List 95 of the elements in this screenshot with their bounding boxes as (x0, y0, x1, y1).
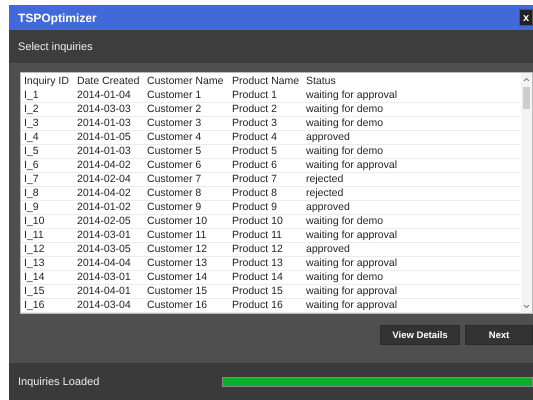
table-cell: I_13 (21, 256, 74, 270)
table-cell: 2014-04-02 (74, 186, 144, 200)
table-cell: Product 7 (229, 172, 303, 186)
table-cell: I_7 (21, 172, 74, 186)
table-cell: Customer 7 (144, 172, 229, 186)
table-cell: Customer 3 (144, 116, 229, 130)
table-cell: I_4 (21, 130, 74, 144)
table-cell: Product 13 (229, 256, 303, 270)
table-cell: I_1 (21, 89, 74, 102)
table-cell: Customer 2 (144, 102, 229, 116)
table-cell: 2014-03-04 (74, 298, 144, 312)
table-cell: I_11 (21, 228, 74, 242)
table-cell: Product 9 (229, 200, 303, 214)
table-cell: Product 4 (229, 130, 303, 144)
table-cell: waiting for demo (303, 116, 520, 130)
table-cell: I_14 (21, 270, 74, 284)
table-cell: I_9 (21, 200, 74, 214)
table-cell: Product 5 (229, 144, 303, 158)
table-cell: Product 1 (229, 89, 303, 102)
table-cell: Product 14 (229, 270, 303, 284)
table-cell: Customer 1 (144, 89, 229, 102)
table-cell: I_6 (21, 158, 74, 172)
table-cell: 2014-01-03 (74, 144, 144, 158)
table-cell: I_12 (21, 242, 74, 256)
table-cell: waiting for approval (303, 228, 520, 242)
table-cell: waiting for demo (303, 102, 520, 116)
table-cell: waiting for demo (303, 144, 520, 158)
table-cell: 2014-03-01 (74, 228, 144, 242)
table-cell: Customer 13 (144, 256, 229, 270)
table-cell: 2014-04-01 (74, 284, 144, 298)
column-header[interactable]: Status (303, 73, 520, 89)
table-cell: 2014-04-04 (74, 256, 144, 270)
table-cell: Customer 8 (144, 186, 229, 200)
table-cell: Product 15 (229, 284, 303, 298)
scroll-down-icon[interactable] (523, 304, 530, 309)
table-cell: Customer 5 (144, 144, 229, 158)
table-cell: Product 3 (229, 116, 303, 130)
table-cell: Customer 10 (144, 214, 229, 228)
table-cell: I_10 (21, 214, 74, 228)
scrollbar-thumb[interactable] (523, 87, 530, 109)
table-cell: waiting for demo (303, 270, 520, 284)
table-cell: 2014-01-04 (74, 89, 144, 102)
scrollbar[interactable] (521, 73, 532, 313)
window-title: TSPOptimizer (18, 10, 97, 24)
section-title: Select inquiries (18, 40, 93, 52)
table-cell: 2014-02-05 (74, 214, 144, 228)
table-cell: Customer 15 (144, 284, 229, 298)
table-cell: Customer 16 (144, 298, 229, 312)
table-cell: I_16 (21, 298, 74, 312)
column-header[interactable]: Product Name (229, 73, 303, 89)
table-cell: Product 6 (229, 158, 303, 172)
status-label: Inquiries Loaded (18, 376, 100, 388)
column-header[interactable]: Date Created (74, 73, 144, 89)
table-cell: I_2 (21, 102, 74, 116)
table-cell: waiting for demo (303, 214, 520, 228)
table-cell: waiting for approval (303, 284, 520, 298)
close-button[interactable]: x (519, 9, 533, 26)
table-cell: Customer 6 (144, 158, 229, 172)
table-cell: approved (303, 242, 520, 256)
table-cell: Product 16 (229, 298, 303, 312)
table-cell: I_5 (21, 144, 74, 158)
column-header[interactable]: Inquiry ID (21, 73, 74, 89)
table-cell: rejected (303, 172, 520, 186)
table-cell: waiting for approval (303, 89, 520, 102)
table-cell: Product 11 (229, 228, 303, 242)
table-cell: I_15 (21, 284, 74, 298)
table-cell: approved (303, 130, 520, 144)
table-cell: I_8 (21, 186, 74, 200)
table-cell: Customer 4 (144, 130, 229, 144)
table-cell: 2014-03-01 (74, 270, 144, 284)
view-details-button[interactable]: View Details (380, 325, 460, 345)
table-cell: waiting for approval (303, 256, 520, 270)
table-cell: Product 2 (229, 102, 303, 116)
column-header[interactable]: Customer Name (144, 73, 229, 89)
table-cell: 2014-03-05 (74, 242, 144, 256)
table-cell: 2014-02-04 (74, 172, 144, 186)
table-cell: Product 8 (229, 186, 303, 200)
table-cell: Product 12 (229, 242, 303, 256)
table-cell: 2014-01-05 (74, 130, 144, 144)
table-cell: 2014-01-02 (74, 200, 144, 214)
table-cell: 2014-03-03 (74, 102, 144, 116)
table-cell: Customer 12 (144, 242, 229, 256)
next-button[interactable]: Next (465, 325, 533, 345)
table-cell: Product 10 (229, 214, 303, 228)
table-cell: 2014-04-02 (74, 158, 144, 172)
table-cell: Customer 14 (144, 270, 229, 284)
scroll-up-icon[interactable] (523, 77, 530, 82)
table-cell: Customer 11 (144, 228, 229, 242)
table-cell: Customer 9 (144, 200, 229, 214)
table-cell: I_3 (21, 116, 74, 130)
table-cell: rejected (303, 186, 520, 200)
table-cell: waiting for approval (303, 158, 520, 172)
table-cell: 2014-01-03 (74, 116, 144, 130)
table-cell: approved (303, 200, 520, 214)
table-cell: waiting for approval (303, 298, 520, 312)
